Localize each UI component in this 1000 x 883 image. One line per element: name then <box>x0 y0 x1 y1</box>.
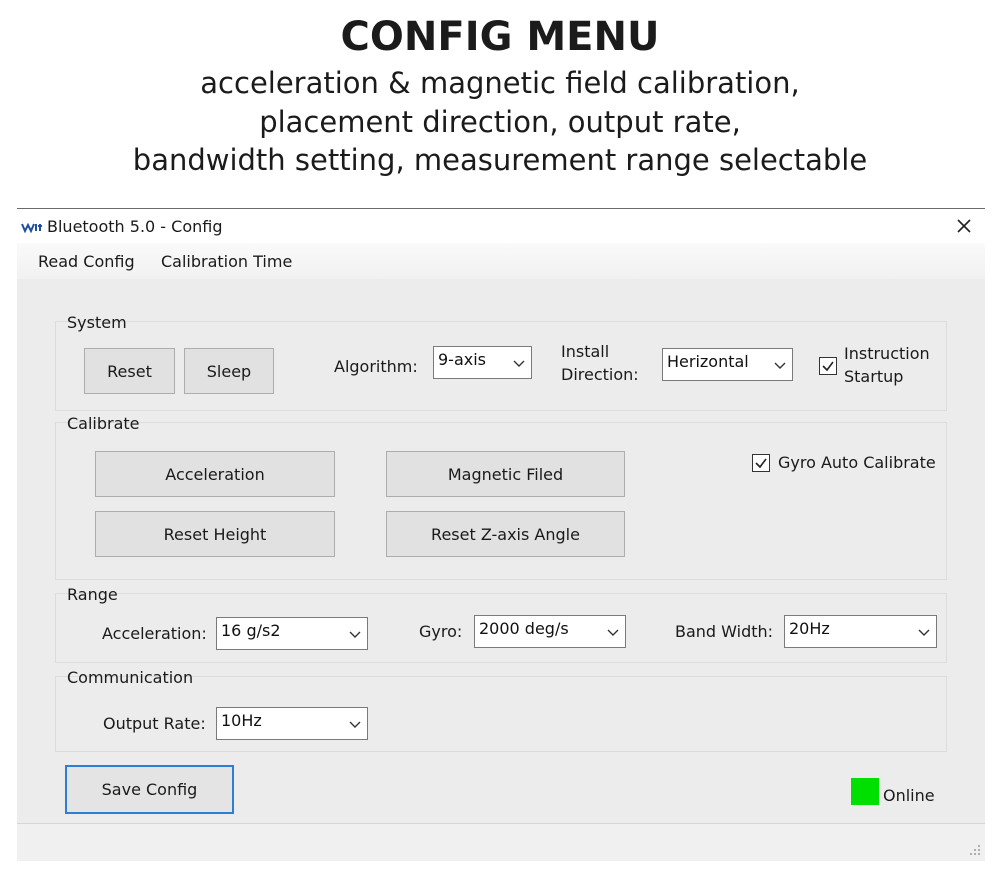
close-icon[interactable] <box>953 215 975 237</box>
window-title: Bluetooth 5.0 - Config <box>47 217 223 236</box>
install-label-line-1: Install <box>561 342 610 361</box>
reset-height-button[interactable]: Reset Height <box>95 511 335 557</box>
range-acceleration-select[interactable]: 16 g/s2 <box>216 617 368 650</box>
algorithm-label: Algorithm: <box>334 357 418 376</box>
checkmark-icon <box>822 361 834 372</box>
title-bar[interactable]: Bluetooth 5.0 - Config <box>17 209 985 243</box>
chevron-down-icon <box>607 629 619 636</box>
online-status-indicator <box>851 778 879 805</box>
instruction-label-line-2: Startup <box>844 367 904 386</box>
menu-read-config[interactable]: Read Config <box>38 252 135 271</box>
wit-logo-icon <box>21 219 43 234</box>
sleep-button[interactable]: Sleep <box>184 348 274 394</box>
gyro-range-select[interactable]: 2000 deg/s <box>474 615 626 648</box>
chevron-down-icon <box>918 629 930 636</box>
magnetic-field-calibrate-button[interactable]: Magnetic Filed <box>386 451 625 497</box>
communication-group-label: Communication <box>67 668 194 687</box>
install-direction-value: Herizontal <box>667 352 749 371</box>
instruction-label-line-1: Instruction <box>844 344 930 363</box>
range-group-label: Range <box>67 585 118 604</box>
band-width-value: 20Hz <box>789 619 830 638</box>
gyro-auto-calibrate-label: Gyro Auto Calibrate <box>778 453 936 472</box>
banner-line-2: placement direction, output rate, <box>259 105 741 139</box>
range-acceleration-value: 16 g/s2 <box>221 621 281 640</box>
chevron-down-icon <box>349 631 361 638</box>
banner-title: CONFIG MENU <box>340 14 660 60</box>
install-direction-select[interactable]: Herizontal <box>662 348 793 381</box>
checkmark-icon <box>755 458 767 469</box>
menu-calibration-time[interactable]: Calibration Time <box>161 252 292 271</box>
banner-line-3: bandwidth setting, measurement range sel… <box>132 143 868 177</box>
gyro-auto-calibrate-checkbox[interactable] <box>752 454 770 472</box>
chevron-down-icon <box>513 360 525 367</box>
gyro-range-value: 2000 deg/s <box>479 619 569 638</box>
resize-grip-icon[interactable] <box>967 841 981 855</box>
chevron-down-icon <box>774 362 786 369</box>
banner-line-1: acceleration & magnetic field calibratio… <box>200 66 800 100</box>
save-config-button[interactable]: Save Config <box>65 765 234 814</box>
reset-button[interactable]: Reset <box>84 348 175 394</box>
algorithm-value: 9-axis <box>438 350 487 369</box>
output-rate-select[interactable]: 10Hz <box>216 707 368 740</box>
reset-z-axis-angle-button[interactable]: Reset Z-axis Angle <box>386 511 625 557</box>
output-rate-value: 10Hz <box>221 711 262 730</box>
output-rate-label: Output Rate: <box>103 714 206 733</box>
instruction-startup-checkbox[interactable] <box>819 357 837 375</box>
gyro-label: Gyro: <box>419 622 463 641</box>
band-width-select[interactable]: 20Hz <box>784 615 937 648</box>
status-bar <box>17 823 985 861</box>
chevron-down-icon <box>349 721 361 728</box>
online-status-label: Online <box>883 786 935 805</box>
acceleration-calibrate-button[interactable]: Acceleration <box>95 451 335 497</box>
range-acceleration-label: Acceleration: <box>102 624 207 643</box>
algorithm-select[interactable]: 9-axis <box>433 346 532 379</box>
menu-bar: Read Config Calibration Time <box>17 243 985 279</box>
band-width-label: Band Width: <box>675 622 774 641</box>
install-label-line-2: Direction: <box>561 365 639 384</box>
calibrate-group-label: Calibrate <box>67 414 140 433</box>
system-group-label: System <box>67 313 127 332</box>
config-window: Bluetooth 5.0 - Config Read Config Calib… <box>17 208 985 861</box>
